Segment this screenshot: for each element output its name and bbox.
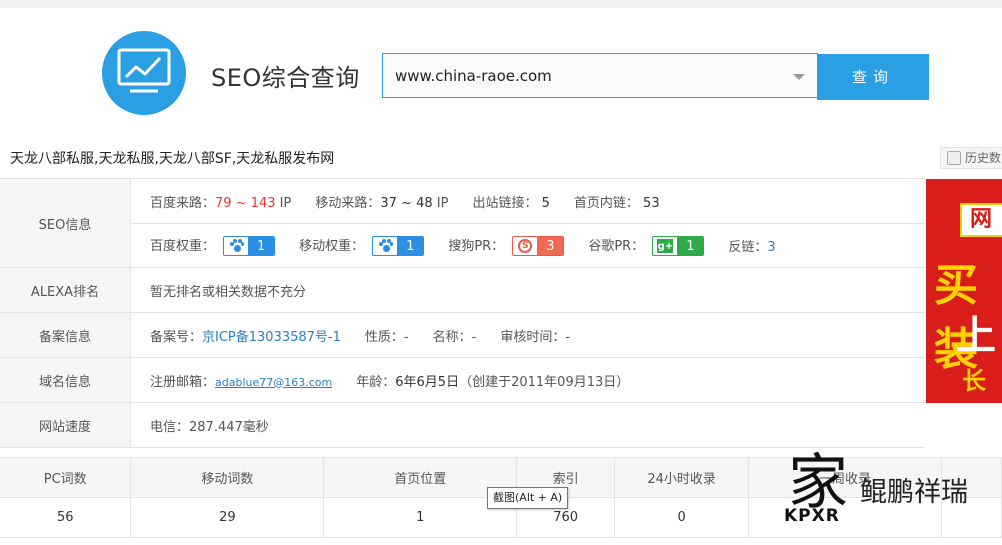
speed-label: 网站速度 — [0, 403, 131, 447]
stats-value[interactable]: 56 — [0, 497, 132, 538]
mobile-traffic-value[interactable]: 37 ~ 48 — [380, 196, 432, 211]
beian-type: 性质：- — [365, 326, 409, 345]
outbound-label: 出站链接： — [472, 195, 538, 211]
stats-value[interactable]: 0 — [614, 497, 750, 538]
age-value: 6年6月5日 — [395, 374, 460, 390]
mobile-weight: 移动权重： 1 — [299, 235, 425, 257]
baidu-traffic: 百度来路：79 ~ 143 IP — [150, 192, 291, 211]
beian-number: 备案号：京ICP备13033587号-1 — [150, 326, 341, 345]
seo-traffic-line: 百度来路：79 ~ 143 IP 移动来路：37 ~ 48 IP 出站链接： 5… — [131, 179, 925, 223]
top-strip — [0, 0, 1002, 8]
domain-age: 年龄：6年6月5日（创建于2011年09月13日） — [356, 371, 629, 390]
outbound-value[interactable]: 5 — [542, 196, 550, 211]
stats-value[interactable]: 29 — [130, 497, 325, 538]
sogou-pr-badge[interactable]: S 3 — [512, 236, 565, 257]
google-pr-value: 1 — [677, 237, 704, 256]
alexa-label: ALEXA排名 — [0, 268, 131, 312]
beian-review: 审核时间：- — [500, 326, 570, 345]
baidu-paw-icon — [229, 239, 245, 253]
sogou-pr: 搜狗PR： S 3 — [448, 235, 565, 257]
screenshot-tooltip: 截图(Alt + A) — [487, 487, 569, 509]
beian-row: 备案信息 备案号：京ICP备13033587号-1 性质：- 名称：- 审核时间… — [0, 313, 925, 358]
mobile-weight-badge[interactable]: 1 — [372, 236, 425, 257]
ad-line-3: 上 — [956, 313, 996, 359]
watermark: 家 鲲鹏祥瑞 KPXR — [780, 432, 1002, 532]
register-email: 注册邮箱：adablue77@163.com — [150, 371, 332, 390]
age-label: 年龄： — [356, 374, 396, 390]
mobile-weight-label: 移动权重： — [299, 238, 365, 254]
internal-links: 首页内链： 53 — [574, 192, 660, 211]
beian-name-label: 名称： — [432, 329, 472, 345]
google-pr: 谷歌PR： g+ 1 — [588, 235, 705, 257]
baidu-weight-label: 百度权重： — [150, 238, 216, 254]
beian-review-value: - — [565, 329, 571, 345]
backlinks-label: 反链： — [728, 240, 768, 255]
domain-search-input[interactable] — [383, 54, 773, 97]
baidu-weight-badge[interactable]: 1 — [223, 236, 276, 257]
dropdown-caret-icon[interactable] — [793, 74, 805, 80]
query-button[interactable]: 查询 — [817, 54, 929, 100]
history-icon — [947, 151, 961, 165]
beian-type-value: - — [403, 329, 409, 345]
backlinks-value[interactable]: 3 — [767, 240, 775, 255]
seo-logo-icon — [102, 31, 186, 115]
ad-banner[interactable]: 网 买装 上 长期 — [926, 179, 1002, 403]
sogou-label: 搜狗PR： — [448, 238, 505, 254]
baidu-weight-value: 1 — [248, 237, 275, 256]
mobile-traffic: 移动来路：37 ~ 48 IP — [315, 192, 448, 211]
domain-label: 域名信息 — [0, 358, 131, 402]
sogou-icon: S — [518, 239, 533, 254]
created-date: （创建于2011年09月13日） — [459, 374, 630, 390]
seo-weight-line: 百度权重： 1 移动权重： 1 搜狗PR： S 3 谷歌PR： g+ 1 反链：… — [131, 223, 925, 267]
baidu-traffic-unit: IP — [279, 195, 292, 211]
seo-row: SEO信息 百度来路：79 ~ 143 IP 移动来路：37 ~ 48 IP 出… — [0, 179, 925, 268]
beian-name: 名称：- — [433, 326, 477, 345]
internal-label: 首页内链： — [573, 195, 639, 211]
mobile-weight-value: 1 — [397, 237, 424, 256]
beian-number-label: 备案号： — [150, 329, 203, 345]
google-pr-badge[interactable]: g+ 1 — [652, 236, 705, 257]
internal-value[interactable]: 53 — [643, 196, 660, 211]
email-link[interactable]: adablue77@163.com — [215, 376, 332, 389]
baidu-traffic-value[interactable]: 79 ~ 143 — [215, 196, 276, 211]
ad-line-1: 网 — [960, 203, 1002, 237]
mobile-traffic-unit: IP — [436, 195, 449, 211]
beian-type-label: 性质： — [364, 329, 404, 345]
seo-label: SEO信息 — [0, 179, 131, 267]
stats-header: PC词数 — [0, 457, 132, 498]
stats-header: 24小时收录 — [614, 457, 750, 498]
site-title: 天龙八部私服,天龙私服,天龙八部SF,天龙私服发布网 — [10, 151, 335, 167]
alexa-value: 暂无排名或相关数据不充分 — [150, 284, 307, 300]
backlinks: 反链：3 — [728, 236, 775, 255]
google-label: 谷歌PR： — [588, 238, 645, 254]
beian-review-label: 审核时间： — [500, 329, 566, 345]
watermark-code: KPXR — [784, 506, 840, 526]
mobile-traffic-label: 移动来路： — [315, 195, 381, 211]
beian-name-value: - — [471, 329, 477, 345]
baidu-weight: 百度权重： 1 — [150, 235, 276, 257]
mobile-paw-icon — [378, 239, 394, 253]
domain-row: 域名信息 注册邮箱：adablue77@163.com 年龄：6年6月5日（创建… — [0, 358, 925, 403]
sogou-pr-value: 3 — [537, 237, 564, 256]
beian-line: 备案号：京ICP备13033587号-1 性质：- 名称：- 审核时间：- — [131, 313, 925, 357]
watermark-text: 鲲鹏祥瑞 — [860, 477, 968, 508]
history-label: 历史数 — [965, 151, 1002, 165]
outbound-links: 出站链接： 5 — [472, 192, 549, 211]
history-data-button[interactable]: 历史数 — [940, 147, 1002, 169]
baidu-traffic-label: 百度来路： — [150, 195, 216, 211]
alexa-row: ALEXA排名 暂无排名或相关数据不充分 — [0, 268, 925, 313]
beian-label: 备案信息 — [0, 313, 131, 357]
domain-search-field[interactable] — [382, 53, 818, 98]
google-plus-icon: g+ — [657, 239, 674, 254]
ad-line-4: 长期 — [962, 367, 986, 403]
page-brand-title: SEO综合查询 — [211, 64, 360, 92]
info-table: SEO信息 百度来路：79 ~ 143 IP 移动来路：37 ~ 48 IP 出… — [0, 178, 925, 448]
beian-number-value[interactable]: 京ICP备13033587号-1 — [202, 330, 341, 345]
domain-line: 注册邮箱：adablue77@163.com 年龄：6年6月5日（创建于2011… — [131, 358, 925, 402]
stats-header: 移动词数 — [130, 457, 325, 498]
email-label: 注册邮箱： — [150, 374, 216, 390]
